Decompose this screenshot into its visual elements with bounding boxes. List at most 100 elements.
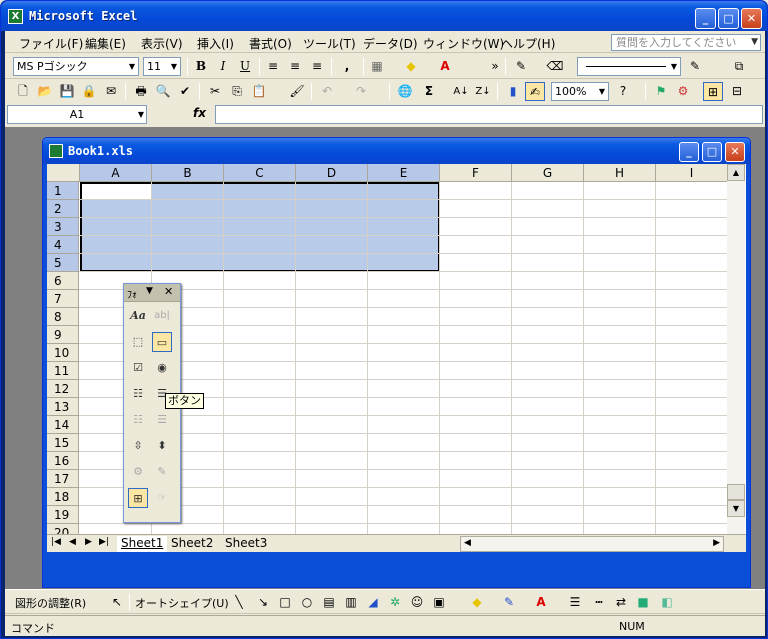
split-handle[interactable] (727, 484, 745, 500)
dash-style-icon[interactable]: ┅ (589, 593, 609, 612)
workbook-title-bar[interactable]: Book1.xls _ □ ✕ (43, 138, 750, 164)
underline-button[interactable]: U (235, 57, 255, 76)
vertical-text-box-icon[interactable]: ▥ (341, 593, 361, 612)
chevron-down-icon[interactable]: ▼ (146, 286, 153, 296)
open-folder-icon[interactable]: 📂 (35, 82, 55, 101)
row-header-18[interactable]: 18 (47, 488, 79, 506)
font-color-icon[interactable]: A (435, 57, 455, 76)
sort-descending-icon[interactable]: Z↓ (473, 82, 493, 101)
select-all-corner[interactable] (47, 164, 80, 182)
rectangle-icon[interactable]: □ (275, 593, 295, 612)
copy-icon[interactable]: ⎘ (227, 82, 247, 101)
print-preview-icon[interactable]: 🔍 (153, 82, 173, 101)
row-header-15[interactable]: 15 (47, 434, 79, 452)
row-header-7[interactable]: 7 (47, 290, 79, 308)
bold-button[interactable]: B (191, 57, 211, 76)
chevron-down-icon[interactable]: ▼ (138, 106, 144, 123)
design-mode-icon[interactable]: ⚙ (673, 82, 693, 101)
chevron-down-icon[interactable]: ▼ (169, 59, 179, 74)
border-color-icon[interactable]: ✎ (685, 57, 705, 76)
fill-color-icon[interactable]: ◆ (467, 593, 487, 612)
zoom-combo[interactable]: 100% ▼ (551, 82, 609, 101)
combo-dropdown-edit-icon[interactable]: ☰ (152, 410, 172, 430)
sheet-tab-3[interactable]: Sheet3 (225, 536, 267, 552)
row-header-12[interactable]: 12 (47, 380, 79, 398)
column-header-d[interactable]: D (296, 164, 368, 182)
column-header-i[interactable]: I (656, 164, 728, 182)
align-center-icon[interactable]: ≡ (285, 57, 305, 76)
redo-icon[interactable]: ↷ (351, 82, 371, 101)
combo-list-edit-icon[interactable]: ☷ (128, 410, 148, 430)
new-document-icon[interactable]: 🗋 (13, 82, 33, 101)
column-header-c[interactable]: C (224, 164, 296, 182)
diagram-icon[interactable]: ✲ (385, 593, 405, 612)
row-header-5[interactable]: 5 (47, 254, 79, 272)
workbook-maximize-button[interactable]: □ (702, 142, 722, 162)
line-icon[interactable]: ╲ (229, 593, 249, 612)
sort-ascending-icon[interactable]: A↓ (451, 82, 471, 101)
scroll-down-icon[interactable]: ▼ (727, 500, 745, 517)
line-style-icon[interactable]: ☰ (565, 593, 585, 612)
button-tool-icon[interactable]: ▭ (152, 332, 172, 352)
column-header-h[interactable]: H (584, 164, 656, 182)
print-icon[interactable]: 🖶 (131, 82, 151, 101)
group-box-icon[interactable]: ⬚ (128, 332, 148, 352)
prev-sheet-icon[interactable]: ◀ (69, 537, 76, 547)
align-right-icon[interactable]: ≡ (307, 57, 327, 76)
edit-code-icon[interactable]: ✎ (152, 462, 172, 482)
email-icon[interactable]: ✉ (101, 82, 121, 101)
row-header-14[interactable]: 14 (47, 416, 79, 434)
scroll-up-icon[interactable]: ▲ (727, 164, 745, 181)
menu-insert[interactable]: 挿入(I) (197, 35, 234, 52)
list-box-icon[interactable]: ☷ (128, 384, 148, 404)
menu-data[interactable]: データ(D) (363, 35, 418, 52)
cut-icon[interactable]: ✂ (205, 82, 225, 101)
run-dialog-icon[interactable]: ☞ (152, 488, 172, 508)
help-search-input[interactable]: 質問を入力してください ▼ (611, 34, 761, 51)
align-left-icon[interactable]: ≡ (263, 57, 283, 76)
close-button[interactable]: ✕ (741, 8, 762, 29)
toggle-grid-icon[interactable]: ⊞ (128, 488, 148, 508)
next-sheet-icon[interactable]: ▶ (85, 537, 92, 547)
active-cell[interactable] (82, 184, 152, 200)
italic-button[interactable]: I (213, 57, 233, 76)
control-properties-icon[interactable]: ⚙ (128, 462, 148, 482)
arrow-style-icon[interactable]: ⇄ (611, 593, 631, 612)
shadow-icon[interactable]: ■ (633, 593, 653, 612)
align-grid-icon[interactable]: ⊟ (727, 82, 747, 101)
insert-function-icon[interactable]: fx (193, 106, 206, 120)
row-header-13[interactable]: 13 (47, 398, 79, 416)
hyperlink-icon[interactable]: 🌐 (395, 82, 415, 101)
eraser-icon[interactable]: ⌫ (545, 57, 565, 76)
font-size-combo[interactable]: 11 ▼ (143, 57, 181, 76)
permission-icon[interactable]: 🔒 (79, 82, 99, 101)
drawing-toggle-icon[interactable]: ✍ (525, 82, 545, 101)
row-header-19[interactable]: 19 (47, 506, 79, 524)
row-header-9[interactable]: 9 (47, 326, 79, 344)
menu-tools[interactable]: ツール(T) (303, 35, 356, 52)
paste-icon[interactable]: 📋 (249, 82, 269, 101)
row-header-17[interactable]: 17 (47, 470, 79, 488)
chevron-down-icon[interactable]: ▼ (597, 84, 607, 99)
edit-box-tool[interactable]: ab| (152, 306, 172, 326)
workbook-minimize-button[interactable]: _ (679, 142, 699, 162)
row-header-16[interactable]: 16 (47, 452, 79, 470)
3d-icon[interactable]: ◧ (657, 593, 677, 612)
workbook-close-button[interactable]: ✕ (725, 142, 745, 162)
menu-view[interactable]: 表示(V) (141, 35, 183, 52)
format-painter-icon[interactable]: 🖌 (287, 82, 307, 101)
column-header-f[interactable]: F (440, 164, 512, 182)
sheet-tab-1[interactable]: Sheet1 (117, 536, 168, 552)
row-header-8[interactable]: 8 (47, 308, 79, 326)
toolbox-title-bar[interactable]: ﾌｫ ▼ ✕ (124, 284, 180, 302)
fill-color-icon[interactable]: ◆ (401, 57, 421, 76)
minimize-button[interactable]: _ (695, 8, 716, 29)
row-header-1[interactable]: 1 (47, 182, 79, 200)
menu-file[interactable]: ファイル(F) (19, 35, 83, 52)
undo-icon[interactable]: ↶ (317, 82, 337, 101)
row-header-4[interactable]: 4 (47, 236, 79, 254)
spelling-icon[interactable]: ✔ (175, 82, 195, 101)
forms-toolbar-icon[interactable]: ⚑ (651, 82, 671, 101)
menu-edit[interactable]: 編集(E) (85, 35, 126, 52)
help-icon[interactable]: ? (613, 82, 633, 101)
